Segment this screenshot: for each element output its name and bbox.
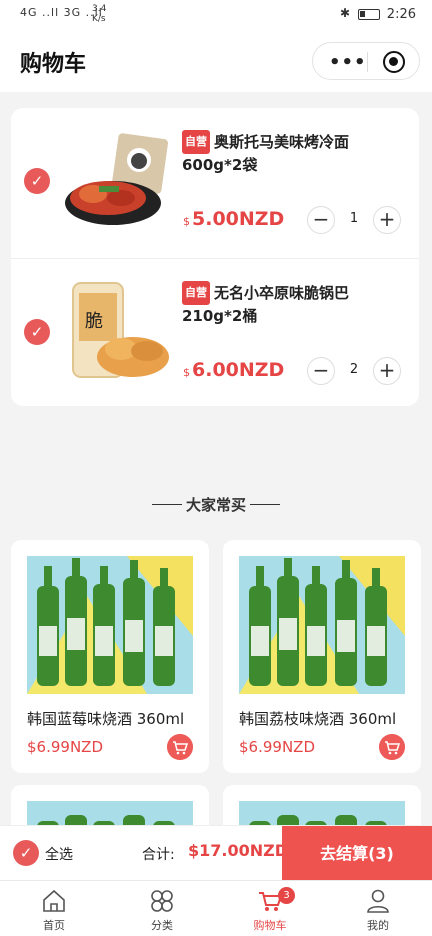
increase-button[interactable]: + xyxy=(373,206,401,234)
add-to-cart-icon[interactable] xyxy=(379,734,405,760)
tab-home[interactable]: 首页 xyxy=(0,885,108,935)
product-image-soju xyxy=(239,556,405,694)
total-label: 合计: xyxy=(142,847,175,863)
close-target-icon[interactable] xyxy=(383,51,405,73)
item-price: $5.00NZD xyxy=(183,208,284,230)
cart-list: ✓ 自营奥斯托马美味烤冷面 600g*2袋 $5.00NZD − 1 + ✓ xyxy=(11,108,419,406)
cart-item: ✓ 脆 自营 无名小卒原味脆锅巴 210g*2桶 $6.00NZD − 2 + xyxy=(11,258,419,406)
tab-bar: 首页 分类 3 购物车 我的 xyxy=(0,880,432,936)
product-price: $6.99NZD xyxy=(239,738,315,756)
cart-count-badge: 3 xyxy=(278,887,295,904)
item-price: $6.00NZD xyxy=(183,359,284,381)
select-all-label[interactable]: 全选 xyxy=(45,844,73,864)
item-name[interactable]: 自营 奥斯托马美味烤冷面 600g*2袋 xyxy=(182,130,402,176)
item-check-icon[interactable]: ✓ xyxy=(24,319,50,345)
currency-symbol: $ xyxy=(183,366,190,379)
quantity-value: 2 xyxy=(349,362,359,377)
self-operated-tag: 自营 xyxy=(182,281,210,305)
capsule-divider xyxy=(367,52,368,72)
clock: 2:26 xyxy=(386,7,416,22)
tab-cart[interactable]: 3 购物车 xyxy=(216,885,324,935)
status-bar: 4G ..ll 3G ..ll 3.4 K/s ✱ 2:26 xyxy=(0,0,432,30)
bluetooth-icon: ✱ xyxy=(339,6,350,20)
quantity-stepper: − 2 + xyxy=(307,357,401,385)
product-price: $6.99NZD xyxy=(27,738,103,756)
network-speed: 3.4 K/s xyxy=(92,4,107,24)
product-name: 韩国荔枝味烧酒 360ml xyxy=(239,710,397,728)
battery-icon xyxy=(358,9,380,20)
tab-label: 购物车 xyxy=(253,919,287,932)
decrease-button[interactable]: − xyxy=(307,206,335,234)
checkout-bar: ✓ 全选 合计: $17.00NZD 去结算(3) xyxy=(0,825,432,881)
home-icon xyxy=(43,889,65,912)
tab-label: 分类 xyxy=(151,919,173,932)
cart-item: ✓ 自营 奥斯托马美味烤冷面 600g*2袋 $5.00NZD − 1 + xyxy=(11,108,419,256)
checkout-button[interactable]: 去结算(3) xyxy=(282,826,432,881)
total-amount: $17.00NZD xyxy=(188,841,289,860)
increase-button[interactable]: + xyxy=(373,357,401,385)
product-image-rice-crisps[interactable]: 脆 xyxy=(63,279,173,389)
price-value: 6.00NZD xyxy=(192,359,285,381)
select-all-check-icon[interactable]: ✓ xyxy=(13,840,39,866)
tab-profile[interactable]: 我的 xyxy=(324,885,432,935)
product-image-cold-noodle[interactable] xyxy=(63,128,173,238)
currency-symbol: $ xyxy=(183,215,190,228)
add-to-cart-icon[interactable] xyxy=(167,734,193,760)
quantity-stepper: − 1 + xyxy=(307,206,401,234)
signal-indicator: 4G ..ll 3G ..ll xyxy=(20,6,103,19)
title-line-left xyxy=(151,504,182,505)
tab-label: 我的 xyxy=(367,919,389,932)
item-check-icon[interactable]: ✓ xyxy=(24,168,50,194)
self-operated-tag: 自营 xyxy=(182,130,210,154)
decrease-button[interactable]: − xyxy=(307,357,335,385)
price-value: 5.00NZD xyxy=(192,208,285,230)
page-title: 购物车 xyxy=(20,52,87,77)
tab-label: 首页 xyxy=(43,919,65,932)
profile-icon xyxy=(367,889,389,913)
more-icon[interactable]: ••• xyxy=(329,52,367,73)
section-title-text: 大家常买 xyxy=(185,496,246,514)
product-image-soju xyxy=(27,556,193,694)
tab-category[interactable]: 分类 xyxy=(108,885,216,935)
category-icon xyxy=(151,890,173,912)
item-name[interactable]: 自营 无名小卒原味脆锅巴 210g*2桶 xyxy=(182,281,402,327)
product-card[interactable]: 韩国荔枝味烧酒 360ml $6.99NZD xyxy=(223,540,421,773)
title-line-right xyxy=(250,504,280,505)
product-name: 韩国蓝莓味烧酒 360ml xyxy=(27,710,185,728)
mini-program-capsule: ••• xyxy=(312,42,420,80)
svg-text:脆: 脆 xyxy=(85,311,103,332)
section-title: 大家常买 xyxy=(0,494,432,515)
quantity-value: 1 xyxy=(349,211,359,226)
product-card[interactable]: 韩国蓝莓味烧酒 360ml $6.99NZD xyxy=(11,540,209,773)
nav-bar: 购物车 ••• xyxy=(0,30,432,92)
